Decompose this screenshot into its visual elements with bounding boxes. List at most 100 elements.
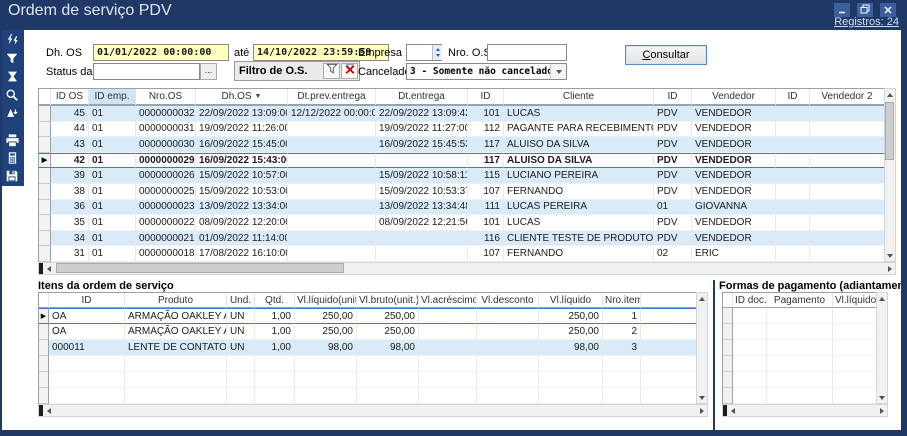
row-selector[interactable] xyxy=(39,324,49,340)
scroll-left-icon[interactable] xyxy=(43,263,54,274)
column-header[interactable]: Vendedor xyxy=(692,89,776,106)
column-header[interactable]: ID xyxy=(654,89,692,106)
table-row[interactable]: OAARMAÇÃO OAKLEY ACRILICUN1,00250,00250,… xyxy=(39,324,697,340)
column-header[interactable]: Dh.OS▼ xyxy=(196,89,288,106)
column-header[interactable]: Pagamento xyxy=(767,293,833,308)
table-row[interactable]: 000011LENTE DE CONTATO ACUVUUN1,0098,009… xyxy=(39,340,697,356)
column-header[interactable]: ID xyxy=(468,89,504,106)
row-selector[interactable] xyxy=(39,372,49,388)
scroll-down-icon[interactable] xyxy=(877,392,888,403)
column-header[interactable]: Vl.líquido xyxy=(833,293,877,308)
column-header[interactable]: Nro.item xyxy=(603,293,641,308)
scroll-right-icon[interactable] xyxy=(876,405,887,416)
scroll-thumb[interactable] xyxy=(56,263,344,273)
row-selector[interactable] xyxy=(39,122,51,138)
column-header[interactable]: Produto xyxy=(125,293,227,308)
orders-hscrollbar[interactable] xyxy=(38,262,896,275)
apply-filter-button[interactable] xyxy=(323,63,340,79)
column-header[interactable]: Vendedor 2 xyxy=(810,89,885,106)
row-selector[interactable] xyxy=(723,308,733,324)
row-selector[interactable] xyxy=(39,200,51,216)
table-row[interactable]: 3601000000002313/09/2022 13:34:0013/09/2… xyxy=(39,200,885,216)
orders-vscrollbar[interactable] xyxy=(884,88,896,262)
nro-os-input[interactable] xyxy=(487,44,567,61)
empty-row[interactable] xyxy=(39,388,697,404)
table-row[interactable]: 3501000000002208/09/2022 12:20:0008/09/2… xyxy=(39,215,885,231)
table-row[interactable]: 4401000000003119/09/2022 11:26:0019/09/2… xyxy=(39,122,885,138)
column-header[interactable]: Vl.acréscimo xyxy=(419,293,477,308)
column-header[interactable]: Vl.líquido xyxy=(539,293,603,308)
empty-row[interactable] xyxy=(723,372,877,388)
zoom-magnifier-icon[interactable] xyxy=(3,87,21,103)
restore-button[interactable] xyxy=(857,3,873,17)
row-selector[interactable]: ▶ xyxy=(39,153,51,169)
column-header[interactable]: Nro.OS xyxy=(136,89,196,106)
scroll-left-icon[interactable] xyxy=(43,405,54,416)
row-selector[interactable] xyxy=(723,388,733,404)
empty-row[interactable] xyxy=(723,324,877,340)
column-header[interactable]: Vl.bruto(unit.) xyxy=(357,293,419,308)
row-selector[interactable] xyxy=(39,388,49,404)
scroll-down-icon[interactable] xyxy=(697,392,708,403)
empty-row[interactable] xyxy=(723,356,877,372)
ranking-cone-icon[interactable] xyxy=(3,105,21,121)
table-row[interactable]: 4501000000003222/09/2022 13:09:0012/12/2… xyxy=(39,106,885,122)
column-header[interactable]: Vl.desconto xyxy=(477,293,539,308)
row-selector[interactable] xyxy=(723,324,733,340)
printer-icon[interactable] xyxy=(3,132,21,148)
row-selector[interactable] xyxy=(723,340,733,356)
close-button[interactable] xyxy=(880,3,896,17)
registros-link[interactable]: Registros: 24 xyxy=(834,16,899,28)
items-hscrollbar[interactable] xyxy=(38,404,708,417)
dh-os-from-input[interactable] xyxy=(93,44,229,61)
empty-row[interactable] xyxy=(723,388,877,404)
scroll-down-icon[interactable] xyxy=(885,250,896,261)
empty-row[interactable] xyxy=(39,356,697,372)
column-header[interactable]: Qtd. xyxy=(255,293,295,308)
status-browse-button[interactable]: ... xyxy=(200,63,217,80)
minimize-button[interactable] xyxy=(834,3,850,17)
scroll-left-icon[interactable] xyxy=(727,405,738,416)
items-vscrollbar[interactable] xyxy=(696,292,708,404)
table-row[interactable]: 4301000000003016/09/2022 15:45:0016/09/2… xyxy=(39,137,885,153)
table-row[interactable]: 3901000000002615/09/2022 10:57:0015/09/2… xyxy=(39,168,885,184)
cancelados-select[interactable]: 3 - Somente não cancelados xyxy=(406,63,567,80)
panel-splitter[interactable] xyxy=(713,280,715,430)
filter-funnel-icon[interactable] xyxy=(3,51,21,67)
column-header[interactable]: ID emp. xyxy=(89,89,136,106)
column-header[interactable]: ID OS xyxy=(51,89,89,106)
table-row[interactable]: 3801000000002515/09/2022 10:53:0015/09/2… xyxy=(39,184,885,200)
column-header[interactable]: Dt.entrega xyxy=(376,89,468,106)
row-selector[interactable] xyxy=(39,215,51,231)
scroll-up-icon[interactable] xyxy=(877,293,888,304)
row-selector[interactable] xyxy=(39,246,51,262)
row-selector[interactable] xyxy=(39,231,51,247)
scroll-up-icon[interactable] xyxy=(885,89,896,100)
column-header[interactable]: Cliente xyxy=(504,89,654,106)
row-selector[interactable] xyxy=(39,106,51,122)
status-os-input[interactable] xyxy=(93,63,200,80)
table-row[interactable]: ▶OAARMAÇÃO OAKLEY ACRILICUN1,00250,00250… xyxy=(39,308,697,324)
column-header[interactable]: ID xyxy=(776,89,810,106)
table-row[interactable]: 3101000000001817/08/2022 16:10:00107FERN… xyxy=(39,246,885,262)
scroll-thumb[interactable] xyxy=(885,102,894,160)
hourglass-icon[interactable] xyxy=(3,69,21,85)
column-header[interactable]: Vl.líquido(unit.) xyxy=(295,293,357,308)
row-selector[interactable]: ▶ xyxy=(39,308,49,324)
calculator-icon[interactable] xyxy=(3,150,21,166)
consultar-button[interactable]: Consultar xyxy=(625,45,707,65)
empty-row[interactable] xyxy=(39,372,697,388)
payments-hscrollbar[interactable] xyxy=(722,404,888,417)
row-selector[interactable] xyxy=(39,137,51,153)
column-header[interactable]: Dt.prev.entrega xyxy=(288,89,376,106)
column-header[interactable]: Und. xyxy=(227,293,255,308)
empresa-spinner[interactable] xyxy=(432,45,442,60)
lightning-refresh-icon[interactable] xyxy=(3,33,21,49)
row-selector[interactable] xyxy=(39,184,51,200)
empty-row[interactable] xyxy=(723,340,877,356)
column-header[interactable]: ID doc. xyxy=(733,293,767,308)
scroll-up-icon[interactable] xyxy=(697,293,708,304)
row-selector[interactable] xyxy=(39,340,49,356)
clear-filter-button[interactable] xyxy=(341,63,358,79)
payments-vscrollbar[interactable] xyxy=(876,292,888,404)
